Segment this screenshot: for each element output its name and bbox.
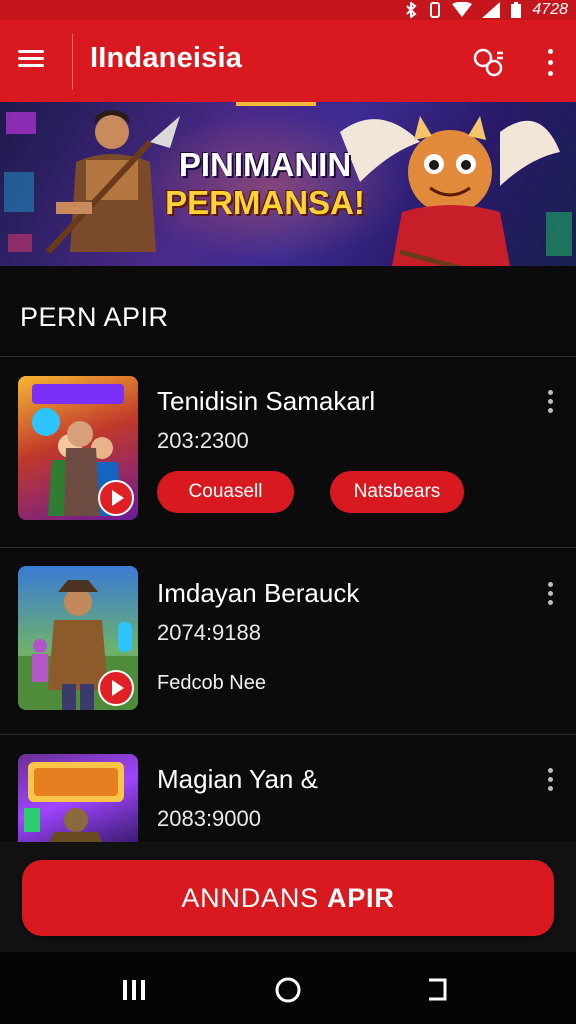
- home-button[interactable]: [268, 972, 308, 1008]
- list-item[interactable]: Magian Yan & 2083:9000: [0, 754, 576, 842]
- item-thumbnail[interactable]: [18, 376, 138, 520]
- recents-button[interactable]: [114, 972, 154, 1008]
- item-more-button[interactable]: [540, 764, 560, 794]
- menu-button[interactable]: [18, 46, 52, 76]
- more-vertical-icon: [547, 581, 553, 587]
- signal-icon: [482, 2, 501, 18]
- play-icon: [111, 680, 124, 696]
- item-title: Tenidisin Samakarl: [157, 386, 376, 416]
- item-thumbnail[interactable]: [18, 754, 138, 842]
- more-vertical-icon: [547, 48, 553, 54]
- section-title: PERN APIR: [20, 302, 169, 332]
- list-item[interactable]: Imdayan Berauck 2074:9188 Fedcob Nee: [0, 566, 576, 734]
- list-divider: [0, 547, 576, 548]
- item-title: Imdayan Berauck: [157, 578, 360, 608]
- item-more-button[interactable]: [540, 578, 560, 608]
- more-vertical-button[interactable]: [530, 42, 570, 82]
- play-button[interactable]: [98, 480, 134, 516]
- system-nav-bar: [0, 952, 576, 1024]
- battery-icon: [511, 2, 522, 18]
- recents-icon: [123, 980, 145, 1000]
- section-divider: [0, 356, 576, 357]
- status-icons: 4728: [404, 0, 568, 20]
- home-icon: [275, 977, 301, 1003]
- more-vertical-icon: [547, 767, 553, 773]
- status-bar: 4728: [0, 0, 576, 20]
- back-icon: [429, 978, 447, 1001]
- wifi-icon: [452, 2, 473, 17]
- item-subtitle: 203:2300: [157, 428, 249, 453]
- bluetooth-icon: [406, 2, 417, 18]
- item-subtitle: 2083:9000: [157, 806, 261, 831]
- promo-banner[interactable]: PINIMANIN PERMANSA!: [0, 102, 576, 266]
- item-subtitle: 2074:9188: [157, 620, 261, 645]
- item-note: Fedcob Nee: [157, 672, 266, 694]
- list-divider: [0, 734, 576, 735]
- back-button[interactable]: [418, 972, 458, 1008]
- list-item[interactable]: Tenidisin Samakarl 203:2300 Couasell Nat…: [0, 376, 576, 546]
- more-vertical-icon: [547, 389, 553, 395]
- people-button[interactable]: [468, 42, 508, 82]
- app-title: IIndaneisia: [90, 42, 243, 74]
- play-button[interactable]: [98, 670, 134, 706]
- people-icon: [473, 48, 503, 77]
- cta-label-part-1: ANNDANS: [181, 882, 319, 913]
- vibrate-icon: [430, 2, 441, 18]
- app-bar-divider: [72, 34, 73, 90]
- app-bar: IIndaneisia: [0, 20, 576, 102]
- item-more-button[interactable]: [540, 386, 560, 416]
- item-title: Magian Yan &: [157, 764, 318, 794]
- thumbnail-art: [24, 762, 124, 842]
- banner-line-2: PERMANSA!: [165, 184, 365, 221]
- primary-action-button[interactable]: ANNDANS APIR: [22, 860, 554, 936]
- chip-button[interactable]: Natsbears: [330, 471, 464, 513]
- item-thumbnail[interactable]: [18, 566, 138, 710]
- chip-button[interactable]: Couasell: [157, 471, 294, 513]
- play-icon: [111, 490, 124, 506]
- banner-headline: PINIMANIN PERMANSA!: [160, 146, 370, 222]
- cta-label-part-2: APIR: [326, 882, 395, 913]
- cta-container: ANNDANS APIR: [0, 842, 576, 952]
- status-time: 4728: [532, 1, 568, 18]
- banner-line-1: PINIMANIN: [178, 146, 352, 183]
